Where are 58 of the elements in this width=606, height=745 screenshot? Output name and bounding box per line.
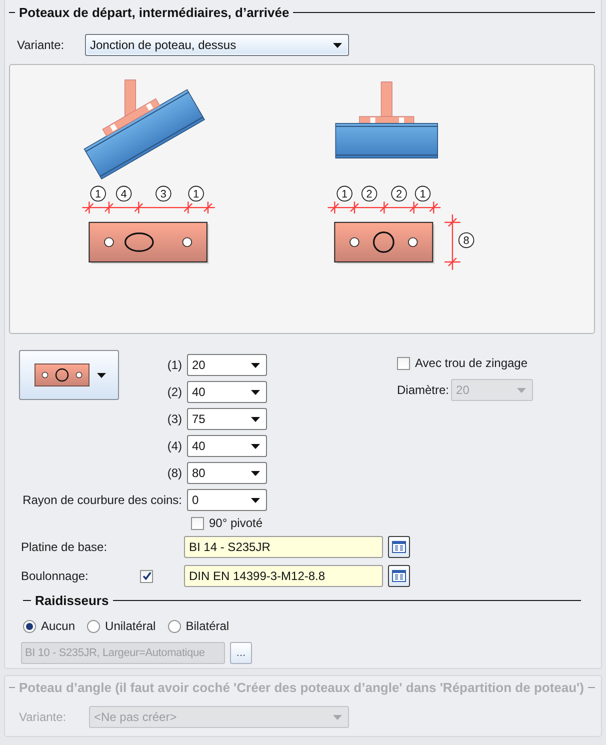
group-title: Poteaux de départ, intermédiaires, d’arrivée [19,5,290,20]
dimension-label: 1 [414,186,431,202]
check-icon [142,571,152,581]
base-plate-field[interactable]: BI 14 - S235JR [184,536,383,558]
dimension-dropdown[interactable]: 40 [187,435,267,457]
bolting-label: Boulonnage: [21,569,90,583]
bolting-field[interactable]: DIN EN 14399-3-M12-8.8 [184,565,383,587]
caret-icon [251,416,260,422]
corner-radius-dropdown[interactable]: 0 [187,489,267,511]
dimension-dropdown[interactable]: 20 [187,354,267,376]
base-plate-label: Platine de base: [21,540,108,554]
dimension-dropdown[interactable]: 40 [187,381,267,403]
caret-icon [333,714,342,720]
dimension-label: 1 [336,186,352,202]
plate-type-button[interactable] [19,350,119,400]
corner-radius-label: Rayon de courbure des coins: [22,493,182,507]
dimension-label: (4) [166,439,182,453]
caret-icon [251,362,260,368]
variant-label: Variante: [19,710,68,724]
plate-icon [32,362,90,388]
dimension-label: 1 [90,186,106,202]
dimension-line [444,214,460,270]
dimension-dropdown[interactable]: 80 [187,462,267,484]
catalog-button[interactable] [388,536,410,558]
caret-icon [251,390,260,394]
caret-icon [517,388,526,392]
dimension-label: 3 [156,186,172,202]
dimension-label: 4 [116,186,132,202]
caret-icon [333,42,342,48]
catalog-button[interactable] [388,565,410,587]
caret-icon [251,470,260,476]
checkbox[interactable] [397,356,410,370]
variant-label: Variante: [17,38,66,52]
dimension-dropdown[interactable]: 75 [187,408,267,430]
dimension-label: (3) [166,412,182,426]
dimension-label: (2) [166,385,182,399]
caret-icon [96,372,106,378]
radio-label: Unilatéral [105,619,156,633]
group-title: Poteau d’angle (il faut avoir coché 'Créer des poteaux d’angle' dans 'Répartition de poteau') [19,680,584,695]
checkbox[interactable] [140,570,153,582]
dimension-label: (1) [166,358,182,372]
radio-label: Bilatéral [186,619,230,633]
caret-icon [251,444,260,448]
list-icon [392,541,406,553]
diameter-label: Diamètre: [397,383,450,397]
checkbox-label: 90° pivoté [209,516,263,530]
caret-icon [251,498,260,502]
dimension-label: (8) [166,466,182,480]
variant-dropdown[interactable]: Jonction de poteau, dessus [85,34,349,56]
group-title: Raidisseurs [35,593,109,608]
radio-label: Aucun [41,619,76,633]
dimension-label: 8 [458,232,474,248]
dimension-label: 2 [391,186,407,202]
dimension-label: 1 [188,186,204,202]
dimension-label: 2 [361,186,378,202]
checkbox-label: Avec trou de zingage [415,356,528,370]
list-icon [392,570,406,582]
checkbox[interactable] [191,516,204,530]
